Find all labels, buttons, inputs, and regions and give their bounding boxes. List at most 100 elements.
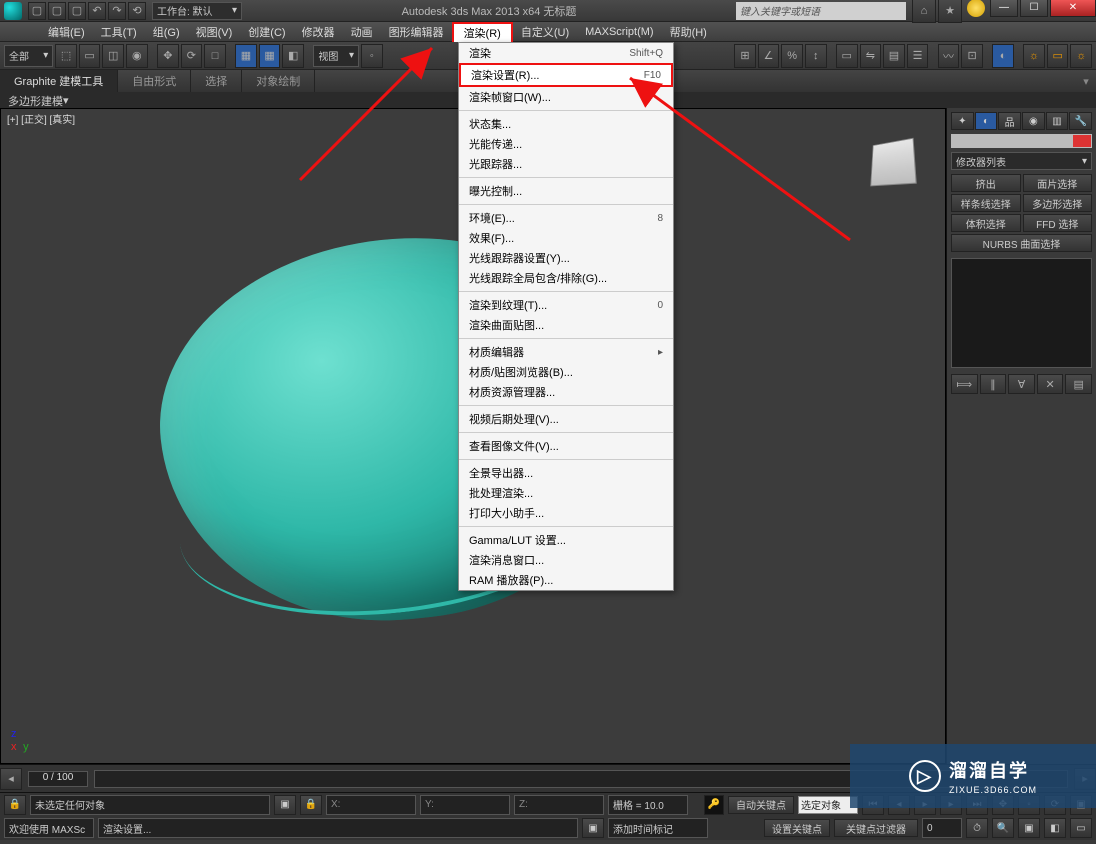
infocenter-icon[interactable]: ⌂: [912, 0, 936, 23]
menu-item-15[interactable]: 渲染到纹理(T)...0: [459, 295, 673, 315]
key-mode-icon[interactable]: 🔑: [704, 795, 724, 815]
utilities-tab-icon[interactable]: 🔧: [1069, 112, 1092, 130]
coord-z[interactable]: Z:: [514, 795, 604, 815]
menu-item-16[interactable]: 渲染曲面贴图...: [459, 315, 673, 335]
current-frame[interactable]: 0: [922, 818, 962, 838]
object-color[interactable]: [951, 134, 1092, 148]
menu-item-32[interactable]: RAM 播放器(P)...: [459, 570, 673, 590]
menu-item-10[interactable]: 环境(E)...8: [459, 208, 673, 228]
move-icon[interactable]: ✥: [157, 44, 179, 68]
qat-link-icon[interactable]: ⟲: [128, 2, 146, 20]
viewport-label[interactable]: [+] [正交] [真实]: [7, 111, 75, 126]
remove-mod-icon[interactable]: ✕: [1037, 374, 1064, 394]
motion-tab-icon[interactable]: ◉: [1022, 112, 1045, 130]
menu-11[interactable]: 帮助(H): [662, 22, 715, 42]
star-icon[interactable]: ★: [938, 0, 962, 23]
menu-item-22[interactable]: 视频后期处理(V)...: [459, 409, 673, 429]
angle-snap-icon[interactable]: ∠: [758, 44, 780, 68]
menu-item-5[interactable]: 光能传递...: [459, 134, 673, 154]
ribbon-tab-0[interactable]: Graphite 建模工具: [0, 70, 118, 92]
nav-zoomall-icon[interactable]: ▣: [1018, 818, 1040, 838]
cmd-btn-1[interactable]: 面片选择: [1023, 174, 1093, 192]
select-subobject-icon[interactable]: ▦: [259, 44, 281, 68]
cmd-btn-4[interactable]: 体积选择: [951, 214, 1021, 232]
rotate-icon[interactable]: ⟳: [181, 44, 203, 68]
menu-8[interactable]: 渲染(R): [452, 22, 513, 42]
cmd-btn-0[interactable]: 挤出: [951, 174, 1021, 192]
select-rect-icon[interactable]: ◫: [102, 44, 124, 68]
viewcube[interactable]: [870, 138, 916, 187]
help-icon[interactable]: [967, 0, 985, 17]
menu-item-6[interactable]: 光跟踪器...: [459, 154, 673, 174]
modifier-list[interactable]: 修改器列表▾: [951, 152, 1092, 170]
menu-2[interactable]: 组(G): [145, 22, 188, 42]
modify-tab-icon[interactable]: ◐: [975, 112, 998, 130]
qat-undo-icon[interactable]: ↶: [88, 2, 106, 20]
menu-9[interactable]: 自定义(U): [513, 22, 577, 42]
time-config-icon[interactable]: ⏱: [966, 818, 988, 838]
cmd-btn-3[interactable]: 多边形选择: [1023, 194, 1093, 212]
manip-icon[interactable]: ◧: [282, 44, 304, 68]
menu-item-27[interactable]: 批处理渲染...: [459, 483, 673, 503]
nav-fov-icon[interactable]: ◧: [1044, 818, 1066, 838]
menu-item-30[interactable]: Gamma/LUT 设置...: [459, 530, 673, 550]
hierarchy-tab-icon[interactable]: 品: [998, 112, 1021, 130]
menu-item-20[interactable]: 材质资源管理器...: [459, 382, 673, 402]
mirror-icon[interactable]: ⇋: [860, 44, 882, 68]
timeline-prev-icon[interactable]: ◂: [0, 768, 22, 790]
menu-item-13[interactable]: 光线跟踪全局包含/排除(G)...: [459, 268, 673, 288]
selection-filter[interactable]: 全部▾: [4, 45, 53, 67]
select-paint-icon[interactable]: ◉: [126, 44, 148, 68]
ribbon-tab-3[interactable]: 对象绘制: [242, 70, 315, 92]
spinner-snap-icon[interactable]: ↕: [805, 44, 827, 68]
schematic-icon[interactable]: ⊡: [961, 44, 983, 68]
modifier-stack[interactable]: [951, 258, 1092, 368]
search-input[interactable]: 键入关键字或短语: [736, 2, 906, 20]
minimize-button[interactable]: —: [990, 0, 1018, 17]
snap-toggle-icon[interactable]: ⊞: [734, 44, 756, 68]
menu-item-31[interactable]: 渲染消息窗口...: [459, 550, 673, 570]
ref-coord-system[interactable]: 视图▾: [313, 45, 359, 67]
ribbon-collapse-icon[interactable]: ▾: [1076, 70, 1096, 92]
keyfilter-button[interactable]: 关键点过滤器: [834, 819, 918, 837]
menu-item-24[interactable]: 查看图像文件(V)...: [459, 436, 673, 456]
display-tab-icon[interactable]: ▥: [1046, 112, 1069, 130]
configure-icon[interactable]: ▤: [1065, 374, 1092, 394]
menu-item-28[interactable]: 打印大小助手...: [459, 503, 673, 523]
menu-item-26[interactable]: 全景导出器...: [459, 463, 673, 483]
percent-snap-icon[interactable]: %: [781, 44, 803, 68]
render-icon[interactable]: ☼: [1070, 44, 1092, 68]
select-icon[interactable]: ⬚: [55, 44, 77, 68]
workspace-selector[interactable]: 工作台: 默认▾: [152, 2, 242, 20]
cmd-btn-2[interactable]: 样条线选择: [951, 194, 1021, 212]
qat-open-icon[interactable]: ▢: [48, 2, 66, 20]
select-object-icon[interactable]: ▦: [235, 44, 257, 68]
menu-item-0[interactable]: 渲染Shift+Q: [459, 43, 673, 63]
material-editor-icon[interactable]: ◐: [992, 44, 1014, 68]
render-setup-icon[interactable]: ☼: [1023, 44, 1045, 68]
maximize-button[interactable]: ☐: [1020, 0, 1048, 17]
menu-6[interactable]: 动画: [343, 22, 381, 42]
coord-x[interactable]: X:: [326, 795, 416, 815]
unique-icon[interactable]: ∀: [1008, 374, 1035, 394]
menu-item-8[interactable]: 曝光控制...: [459, 181, 673, 201]
lock-icon[interactable]: 🔒: [4, 795, 26, 815]
menu-0[interactable]: 编辑(E): [40, 22, 93, 42]
selection-lock-icon[interactable]: 🔒: [300, 795, 322, 815]
show-end-icon[interactable]: ∥: [980, 374, 1007, 394]
nurbs-select-button[interactable]: NURBS 曲面选择: [951, 234, 1092, 252]
pin-stack-icon[interactable]: ⟾: [951, 374, 978, 394]
autokey-button[interactable]: 自动关键点: [728, 796, 794, 814]
cmd-btn-5[interactable]: FFD 选择: [1023, 214, 1093, 232]
nav-region-icon[interactable]: ▭: [1070, 818, 1092, 838]
menu-1[interactable]: 工具(T): [93, 22, 145, 42]
frame-display[interactable]: 0 / 100: [28, 771, 88, 787]
menu-item-19[interactable]: 材质/贴图浏览器(B)...: [459, 362, 673, 382]
menu-item-2[interactable]: 渲染帧窗口(W)...: [459, 87, 673, 107]
menu-item-18[interactable]: 材质编辑器▸: [459, 342, 673, 362]
select-name-icon[interactable]: ▭: [79, 44, 101, 68]
layer-icon[interactable]: ☰: [907, 44, 929, 68]
ribbon-tab-1[interactable]: 自由形式: [118, 70, 191, 92]
nav-zoom-icon[interactable]: 🔍: [992, 818, 1014, 838]
menu-item-1[interactable]: 渲染设置(R)...F10: [459, 63, 673, 87]
